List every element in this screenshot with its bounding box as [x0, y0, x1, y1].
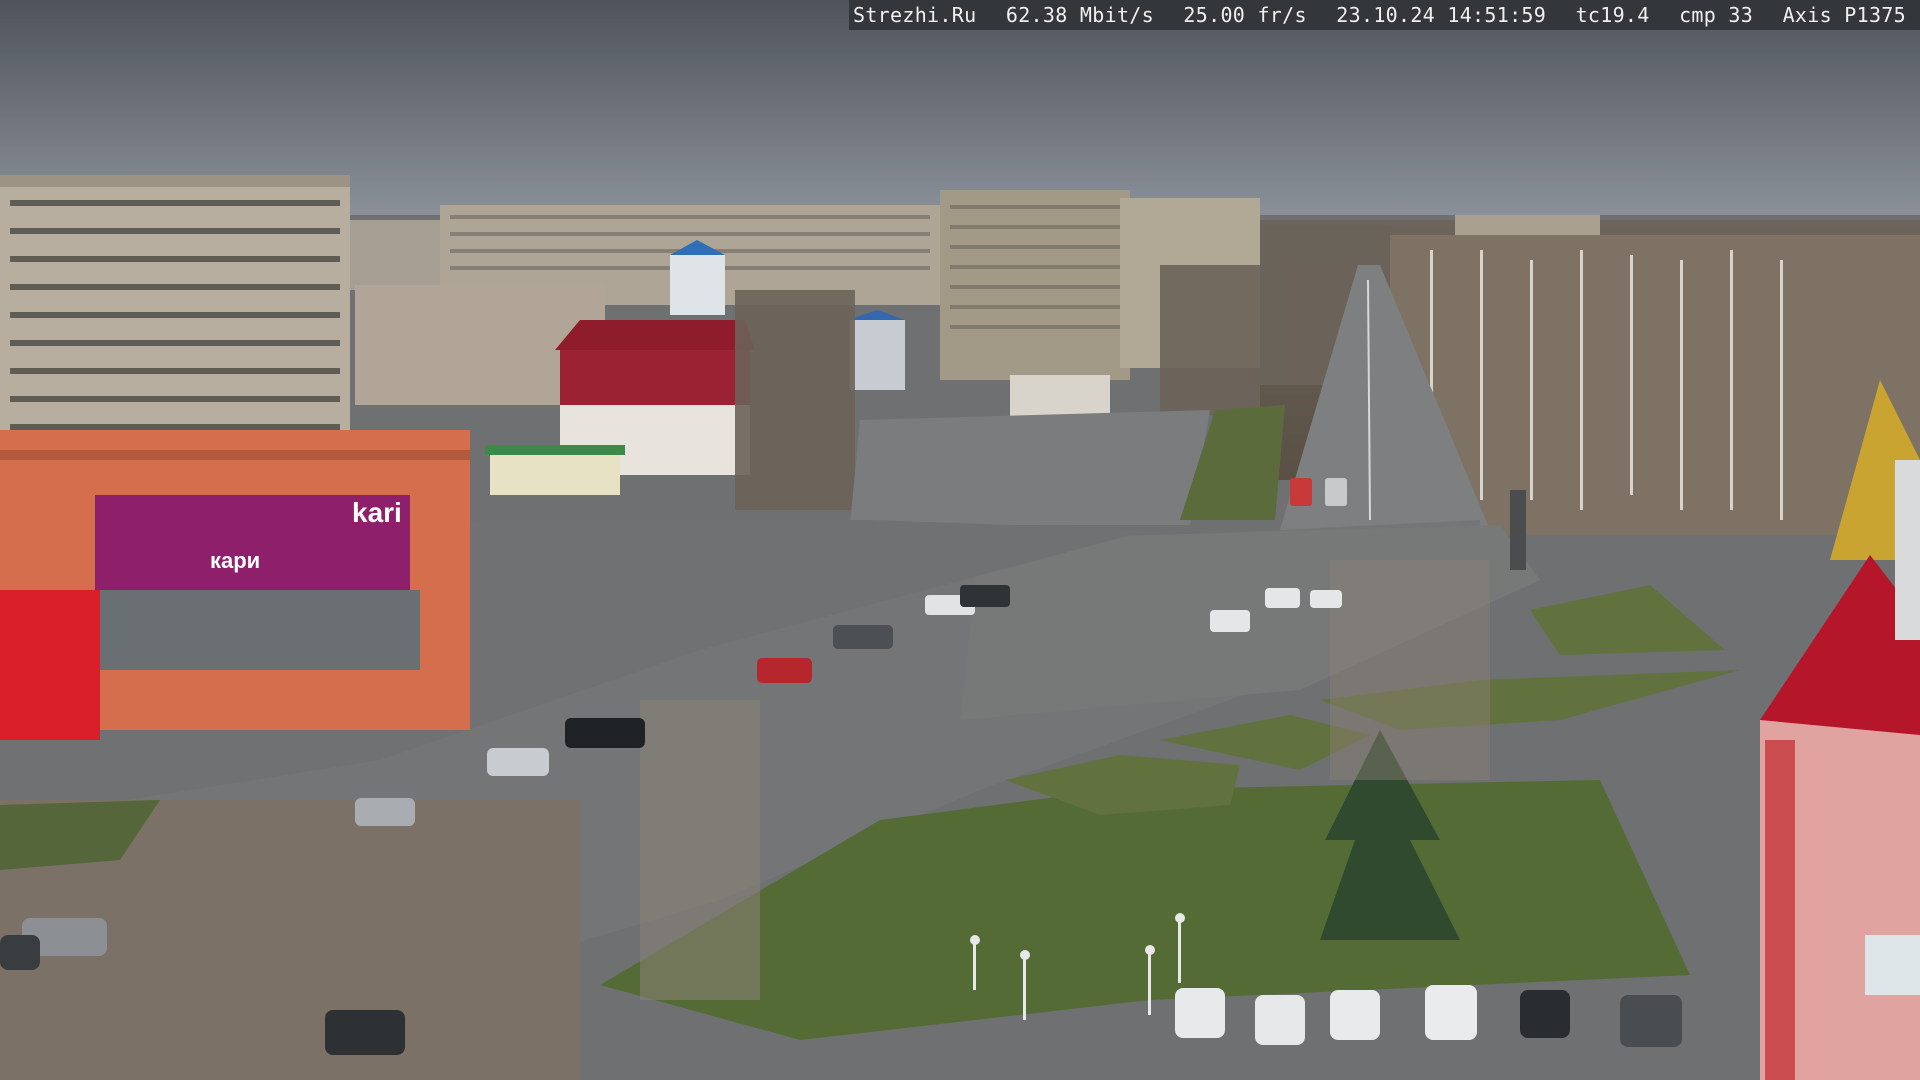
overlay-site: Strezhi.Ru [853, 3, 977, 27]
overlay-datetime: 23.10.24 14:51:59 [1336, 3, 1547, 27]
green-kiosk [490, 450, 620, 495]
central-plaza [850, 410, 1210, 525]
overlay-fps: 25.00 fr/s [1183, 3, 1307, 27]
kari-sign-text: kari [352, 497, 402, 528]
white-pavilion [1010, 375, 1110, 420]
green-kiosk-roof [485, 445, 625, 455]
overlay-bitrate: 62.38 Mbit/s [1005, 3, 1154, 27]
right-corner-building [1895, 460, 1920, 640]
blue-roof-building [848, 310, 905, 390]
overlay-camera: Axis P1375 [1782, 3, 1906, 27]
city-street-scene: kari кари [0, 0, 1920, 1080]
kari-sign-text-side: кари [210, 548, 260, 573]
camera-info-overlay: Strezhi.Ru 62.38 Mbit/s 25.00 fr/s 23.10… [849, 0, 1920, 30]
kari-store-building [0, 430, 470, 740]
overlay-tc: tc19.4 [1575, 3, 1650, 27]
monument [1510, 490, 1526, 570]
overlay-cmp: cmp 33 [1679, 3, 1754, 27]
